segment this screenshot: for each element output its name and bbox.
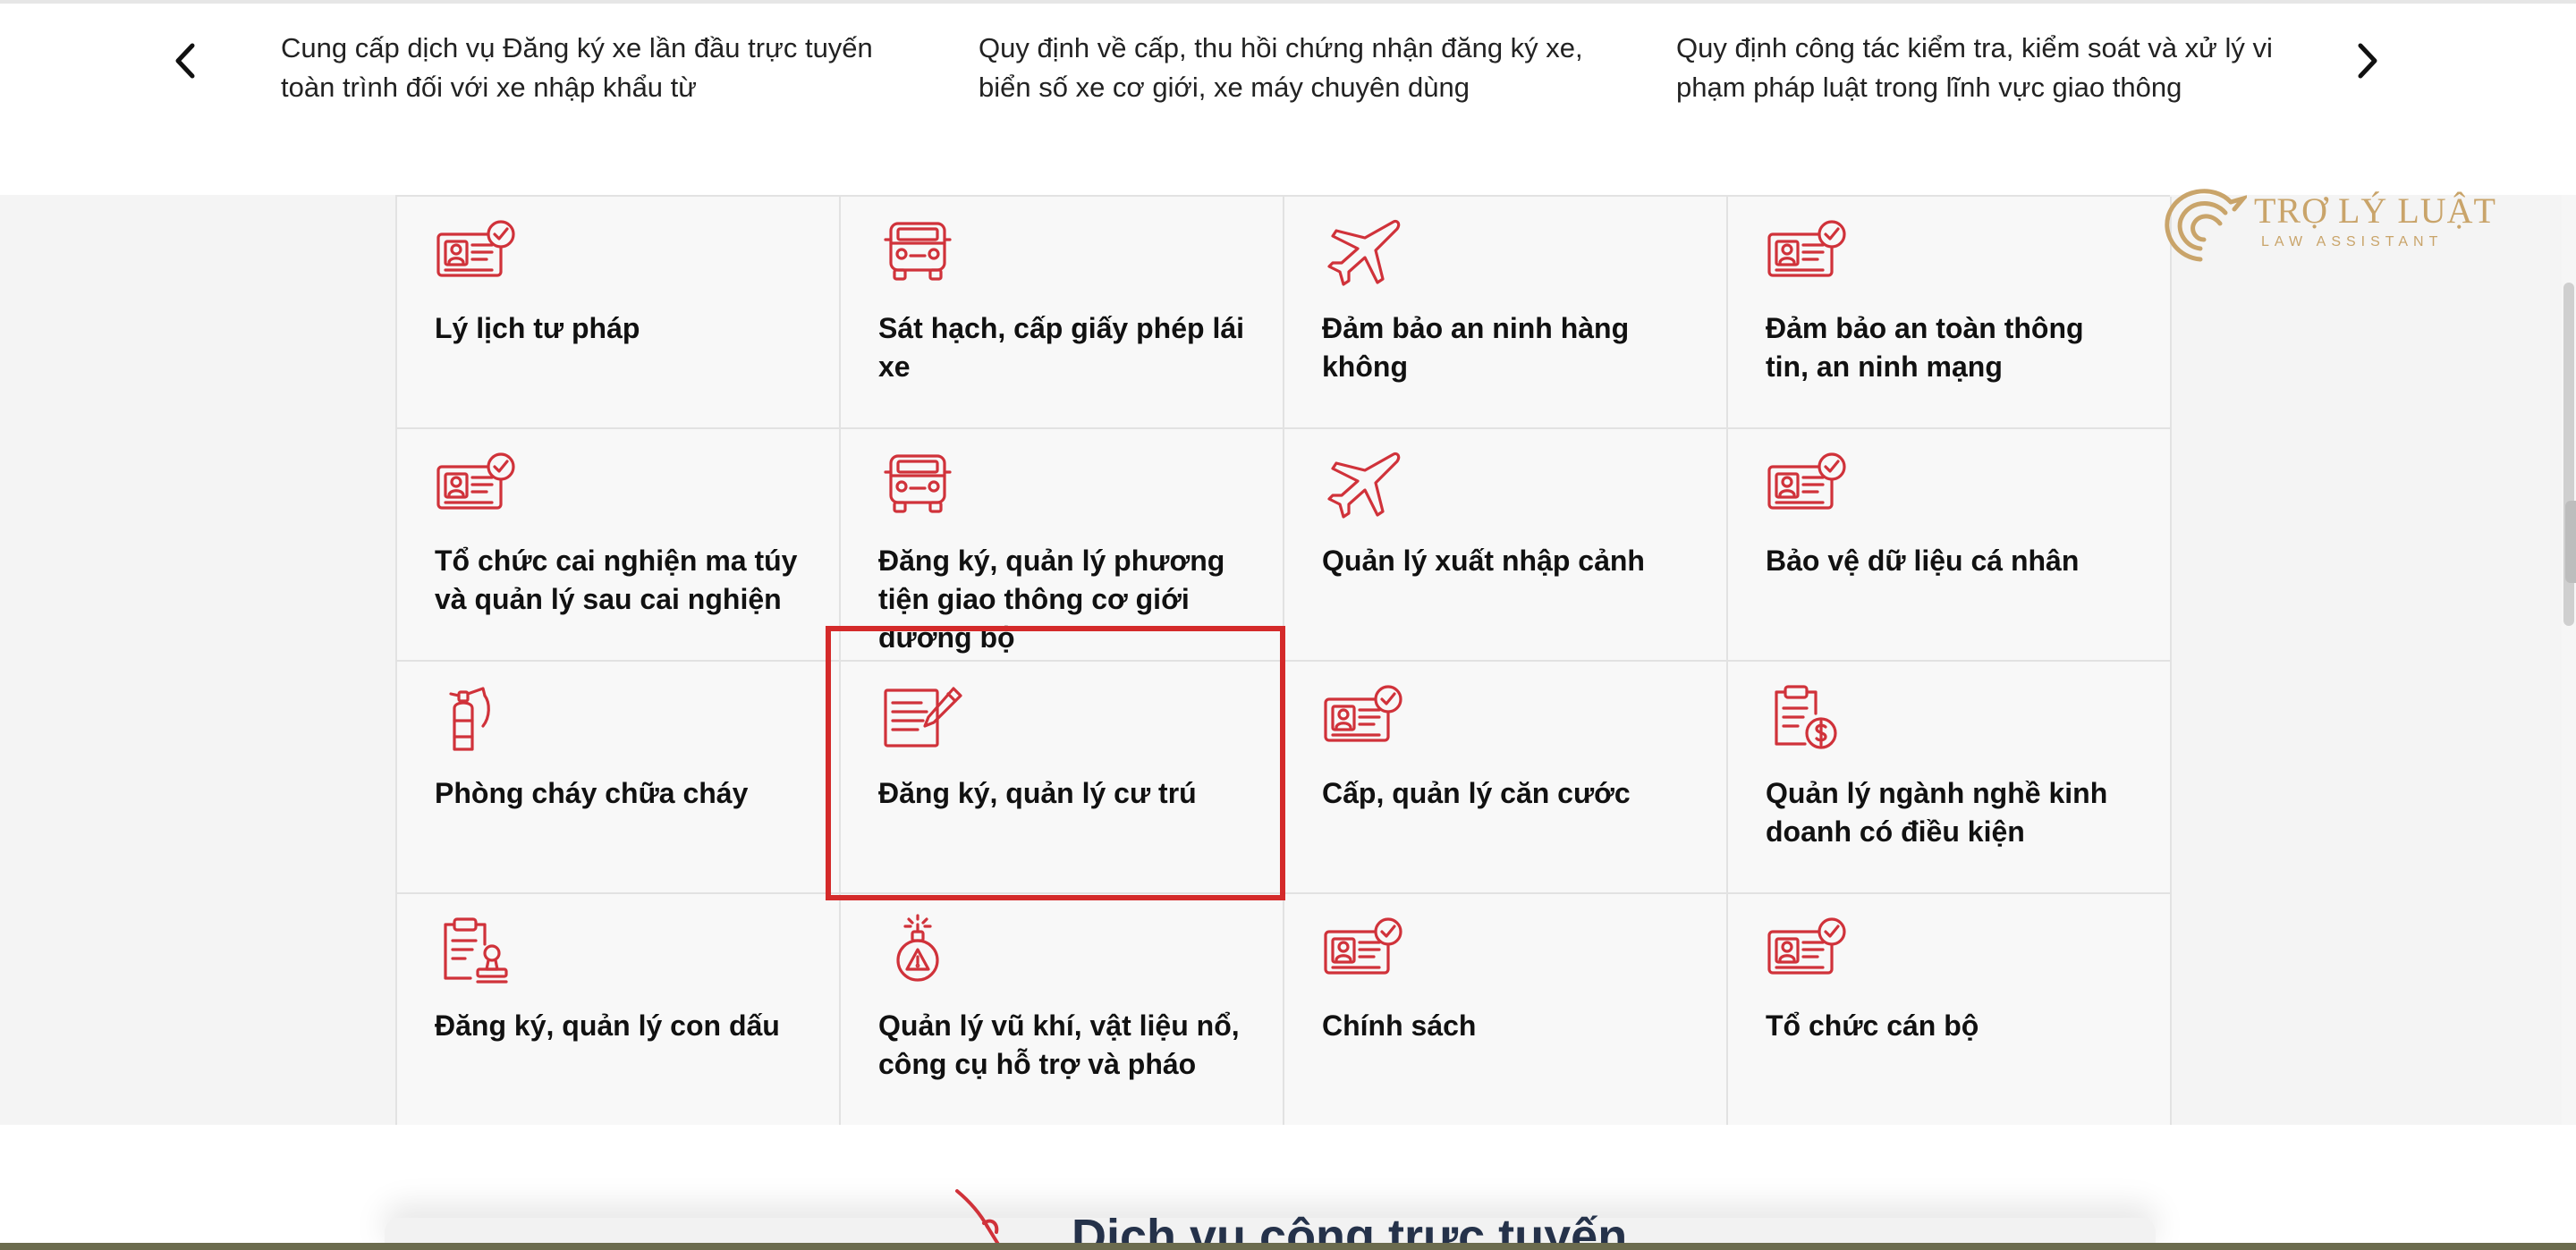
category-label: Tổ chức cai nghiện ma túy và quản lý sau… [435,545,798,615]
category-label: Cấp, quản lý căn cước [1322,777,1631,809]
category-tile[interactable]: Bảo vệ dữ liệu cá nhân [1728,429,2172,662]
id-card-check-icon [1766,449,1852,520]
car-icon [878,449,964,520]
category-label: Đăng ký, quản lý cư trú [878,777,1197,809]
category-label: Quản lý xuất nhập cảnh [1322,545,1645,577]
id-card-check-icon [435,216,521,288]
category-grid: Lý lịch tư pháp Sát hạch, cấp giấy phép l… [395,195,2172,1127]
category-label: Phòng cháy chữa cháy [435,777,749,809]
carousel-slide[interactable]: Quy định công tác kiểm tra, kiểm soát và… [1676,29,2284,107]
category-tile[interactable]: Quản lý xuất nhập cảnh [1284,429,1728,662]
chevron-right-icon [2358,43,2377,79]
category-label: Lý lịch tư pháp [435,312,640,344]
category-tile[interactable]: Lý lịch tư pháp [397,197,841,429]
logo-brand-text: TRỢ LÝ LUẬT [2254,190,2496,231]
explosive-icon [878,914,964,985]
category-label: Đảm bảo an ninh hàng không [1322,312,1630,383]
airplane-icon [1322,449,1408,520]
carousel-slide[interactable]: Quy định về cấp, thu hồi chứng nhận đăng… [979,29,1587,107]
category-label: Tổ chức cán bộ [1766,1009,1979,1042]
category-tile[interactable]: Đăng ký, quản lý cư trú [841,662,1284,894]
chevron-left-icon [175,43,195,79]
category-tile[interactable]: Đăng ký, quản lý con dấu [397,894,841,1127]
category-label: Đăng ký, quản lý phương tiện giao thông … [878,545,1225,654]
category-tile[interactable]: Tổ chức cán bộ [1728,894,2172,1127]
category-label: Quản lý ngành nghề kinh doanh có điều ki… [1766,777,2108,848]
category-label: Đảm bảo an toàn thông tin, an ninh mạng [1766,312,2084,383]
category-tile[interactable]: Cấp, quản lý căn cước [1284,662,1728,894]
clipboard-dollar-icon [1766,681,1852,753]
news-carousel: Cung cấp dịch vụ Đăng ký xe lần đầu trực… [0,4,2576,195]
id-card-check-icon [1766,216,1852,288]
category-label: Chính sách [1322,1009,1477,1042]
carousel-slide[interactable]: Cung cấp dịch vụ Đăng ký xe lần đầu trực… [281,29,889,107]
bottom-edge-strip [0,1243,2576,1250]
category-tile[interactable]: Đảm bảo an toàn thông tin, an ninh mạng [1728,197,2172,429]
id-card-check-icon [1322,681,1408,753]
category-tile[interactable]: Đăng ký, quản lý phương tiện giao thông … [841,429,1284,662]
category-label: Sát hạch, cấp giấy phép lái xe [878,312,1245,383]
category-label: Quản lý vũ khí, vật liệu nổ, công cụ hỗ … [878,1009,1240,1080]
id-card-check-icon [1322,914,1408,985]
car-icon [878,216,964,288]
category-tile[interactable]: Quản lý ngành nghề kinh doanh có điều ki… [1728,662,2172,894]
airplane-icon [1322,216,1408,288]
category-label: Đăng ký, quản lý con dấu [435,1009,780,1042]
clipboard-stamp-icon [435,914,521,985]
carousel-next-button[interactable] [2340,34,2394,88]
fire-extinguisher-icon [435,681,521,753]
category-tile[interactable]: Quản lý vũ khí, vật liệu nổ, công cụ hỗ … [841,894,1284,1127]
category-label: Bảo vệ dữ liệu cá nhân [1766,545,2080,577]
tro-ly-luat-logo: TRỢ LÝ LUẬT LAW ASSISTANT [2157,177,2496,266]
category-tile[interactable]: Tổ chức cai nghiện ma túy và quản lý sau… [397,429,841,662]
carousel-prev-button[interactable] [159,34,213,88]
flag-pole-icon [955,1189,1004,1250]
id-card-check-icon [435,449,521,520]
document-pen-icon [878,681,964,753]
id-card-check-icon [1766,914,1852,985]
category-tile[interactable]: Chính sách [1284,894,1728,1127]
category-tile[interactable]: Đảm bảo an ninh hàng không [1284,197,1728,429]
side-tab[interactable] [2565,501,2576,583]
eagle-logo-icon [2165,189,2247,262]
logo-tagline: LAW ASSISTANT [2261,234,2444,249]
category-tile[interactable]: Phòng cháy chữa cháy [397,662,841,894]
category-tile[interactable]: Sát hạch, cấp giấy phép lái xe [841,197,1284,429]
